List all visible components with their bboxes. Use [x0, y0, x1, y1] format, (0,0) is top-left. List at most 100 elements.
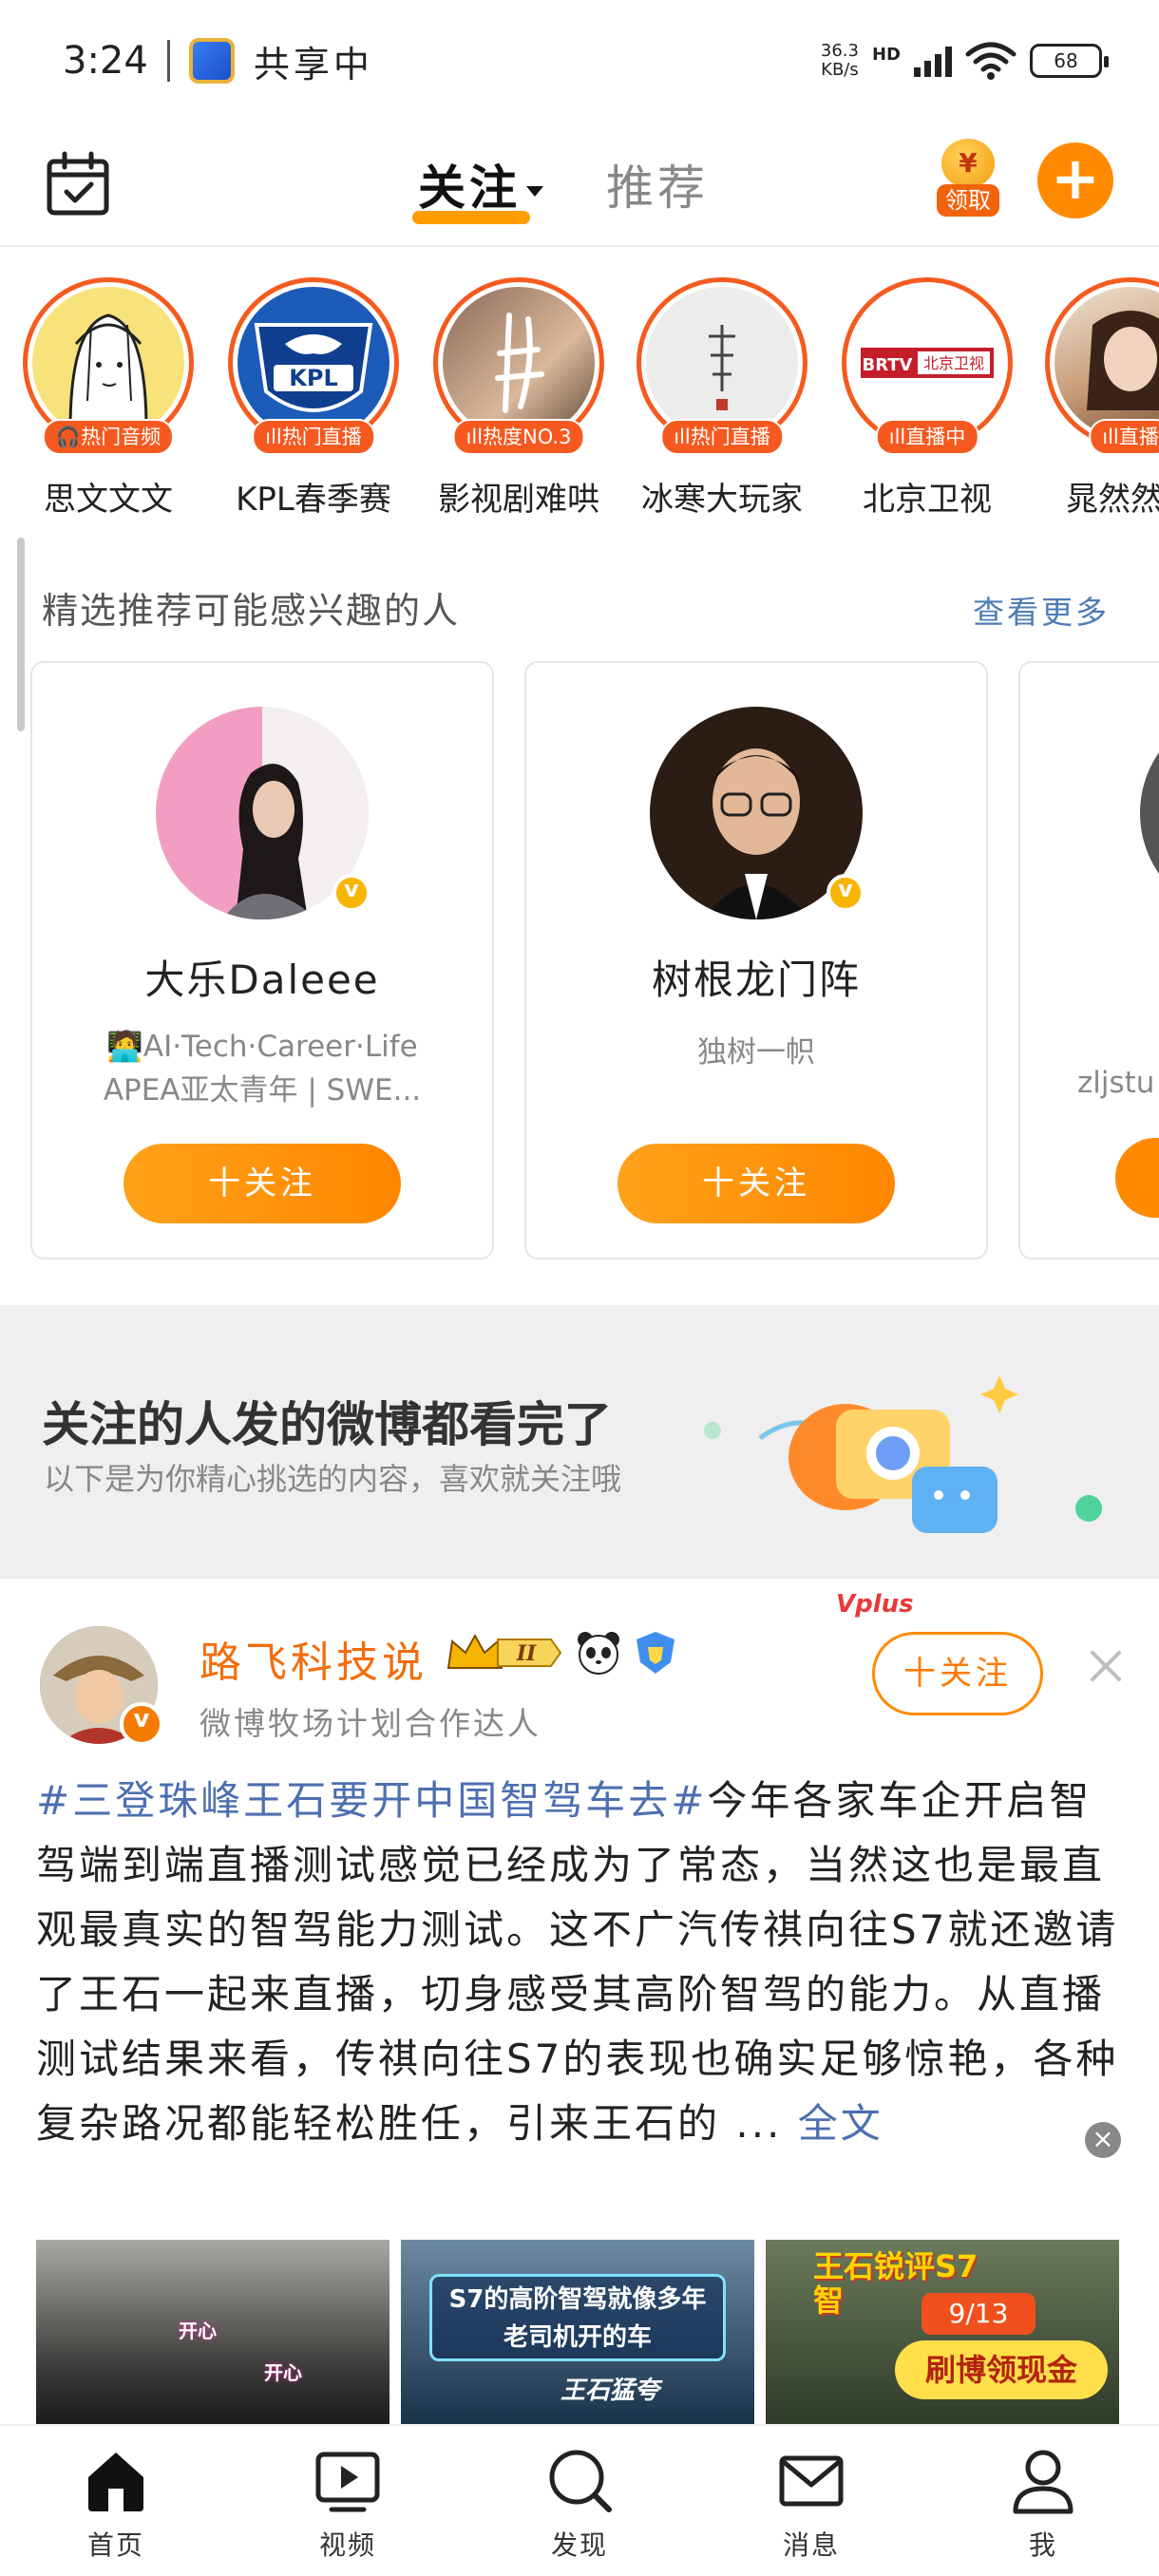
post-image[interactable]: 开心 开心: [36, 2240, 390, 2424]
all-caught-up-banner: 关注的人发的微博都看完了 以下是为你精心挑选的内容，喜欢就关注哦: [0, 1305, 1159, 1579]
caret-down-icon: [526, 186, 543, 197]
nav-item-home[interactable]: 首页: [0, 2426, 232, 2576]
card-description-line1: 独树一帜: [697, 1035, 815, 1070]
story-badge-label: 热门音频: [81, 426, 162, 448]
story-badge: ıll热门直播: [660, 419, 784, 455]
hd-label: HD: [871, 45, 901, 65]
image-caption: 开心: [264, 2361, 302, 2384]
image-subcaption: 王石猛夸: [560, 2377, 660, 2405]
search-icon: [549, 2450, 612, 2512]
image-caption: 开心: [179, 2320, 217, 2342]
nav-label: 视频: [318, 2529, 376, 2561]
story-ring: 🎧热门音频: [23, 277, 194, 455]
story-badge: ıll直播: [1089, 419, 1159, 455]
follow-button[interactable]: [1115, 1138, 1159, 1218]
feed-post[interactable]: 路飞科技说 II 微博牧场计划合作达人 Vplus 十关注 #三登珠峰王石要开中…: [0, 1579, 1159, 2424]
scroll-indicator: [17, 538, 25, 731]
brtv-logo-text: BRTV: [863, 355, 913, 375]
shield-badge-icon: [636, 1632, 674, 1674]
claim-reward-button[interactable]: ¥ 领取: [937, 139, 999, 220]
profile-icon: [1013, 2450, 1074, 2514]
post-topic-link[interactable]: #三登珠峰王石要开中国智驾车去#: [36, 1777, 707, 1824]
see-more-link[interactable]: 查看更多: [973, 587, 1110, 633]
story-item[interactable]: ıll直播 晁然然然: [1036, 277, 1159, 520]
network-speed-unit: KB/s: [821, 60, 859, 80]
nav-label: 消息: [782, 2529, 840, 2561]
battery-level: 68: [1054, 49, 1078, 72]
post-follow-button[interactable]: 十关注: [872, 1632, 1043, 1715]
nav-item-discover[interactable]: 发现: [464, 2426, 695, 2576]
story-name: 思文文文: [44, 481, 173, 519]
battery-icon: 68: [1030, 44, 1109, 78]
top-nav: 关注 推荐 ¥ 领取 +: [0, 122, 1159, 247]
post-author-name[interactable]: 路飞科技说: [200, 1628, 428, 1689]
story-badge: ıll直播中: [875, 419, 979, 455]
mail-icon: [779, 2455, 844, 2507]
calendar-icon[interactable]: [44, 150, 112, 218]
tab-recommend[interactable]: 推荐: [606, 150, 709, 218]
card-description-line1: zljstu: [1077, 1066, 1155, 1100]
tab-follow-label: 关注: [418, 161, 521, 216]
kpl-logo-text: KPL: [289, 365, 337, 391]
cash-reward-button[interactable]: 刷博领现金: [895, 2340, 1108, 2399]
follow-button[interactable]: 十关注: [618, 1144, 895, 1223]
claim-reward-label: 领取: [937, 184, 999, 217]
compose-button[interactable]: +: [1037, 142, 1113, 218]
story-item[interactable]: ıll热度NO.3 影视剧难哄: [424, 277, 614, 520]
live-bars-icon: ıll: [265, 426, 282, 448]
vip-level-text: II: [516, 1641, 537, 1666]
avatar: KPL: [238, 287, 390, 439]
follow-button[interactable]: 十关注: [124, 1144, 401, 1223]
story-item[interactable]: KPL ıll热门直播 KPL春季赛: [218, 277, 408, 520]
post-image[interactable]: S7的高阶智驾就像多年老司机开的车 王石猛夸: [401, 2240, 754, 2424]
live-bars-icon: ıll: [888, 426, 906, 448]
suggestion-card[interactable]: zljstu: [1018, 661, 1159, 1260]
post-source-label: 微博牧场计划合作达人: [200, 1705, 542, 1742]
suggestion-card[interactable]: 大乐Daleee 🧑‍💻AI·Tech·Career·Life APEA亚太青年…: [30, 661, 494, 1260]
read-more-link[interactable]: 全文: [798, 2100, 884, 2147]
camera-chat-illustration: [704, 1375, 1102, 1533]
live-bars-icon: ıll: [674, 426, 691, 448]
avatar: [646, 287, 798, 439]
verified-badge-icon: [120, 1702, 163, 1746]
dismiss-float-icon[interactable]: ×: [1085, 2122, 1121, 2158]
nav-label: 我: [1028, 2529, 1057, 2561]
wifi-icon: [965, 42, 1016, 80]
tab-follow[interactable]: 关注: [418, 150, 543, 218]
share-app-icon: [188, 38, 235, 84]
verified-badge-icon: [332, 874, 370, 912]
network-speed: 36.3 KB/s: [821, 42, 859, 80]
nav-item-profile[interactable]: 我: [927, 2426, 1159, 2576]
headphones-icon: 🎧: [55, 426, 82, 448]
story-item[interactable]: ıll热门直播 冰寒大玩家: [627, 277, 817, 520]
story-badge-label: 热门直播: [281, 426, 362, 448]
status-divider: [166, 40, 170, 82]
nav-item-video[interactable]: 视频: [232, 2426, 464, 2576]
status-indicators: 36.3 KB/s HD 68: [821, 41, 1109, 81]
suggestion-card[interactable]: 树根龙门阵 独树一帜 十关注: [524, 661, 988, 1260]
story-ring: ıll热门直播: [636, 277, 808, 455]
post-image[interactable]: 王石锐评S7智 9/13 刷博领现金: [766, 2240, 1119, 2424]
story-badge-label: 直播: [1118, 426, 1159, 448]
image-caption-box: S7的高阶智驾就像多年老司机开的车: [429, 2274, 726, 2361]
image-caption: S7的高阶智驾就像多年老司机开的车: [448, 2285, 707, 2352]
promo-date-badge: 9/13: [922, 2293, 1036, 2335]
nav-item-messages[interactable]: 消息: [695, 2426, 927, 2576]
card-description-line2: APEA亚太青年 | SWE...: [103, 1073, 422, 1108]
story-ring: ıll热度NO.3: [433, 277, 604, 455]
status-time: 3:24: [63, 39, 148, 83]
story-item[interactable]: 🎧热门音频 思文文文: [13, 277, 203, 520]
card-description-line1: 🧑‍💻AI·Tech·Career·Life: [106, 1030, 418, 1064]
close-icon[interactable]: [1087, 1647, 1125, 1685]
story-item[interactable]: BRTV 北京卫视 ıll直播中 北京卫视: [832, 277, 1022, 520]
story-badge-label: 热度NO.3: [483, 426, 572, 448]
panda-icon: [578, 1632, 619, 1675]
coin-icon: ¥: [941, 139, 995, 188]
story-name: 北京卫视: [863, 481, 992, 519]
live-bars-icon: ıll: [466, 426, 484, 448]
live-bars-icon: ıll: [1102, 426, 1119, 448]
vplus-label: Vplus: [836, 1590, 914, 1619]
live-stories-row: 🎧热门音频 思文文文 KPL ıll热门直播 KPL春季赛 ıll热度NO.3 …: [0, 277, 1159, 524]
nav-label: 发现: [550, 2529, 608, 2561]
suggestions-title: 精选推荐可能感兴趣的人: [42, 590, 461, 632]
